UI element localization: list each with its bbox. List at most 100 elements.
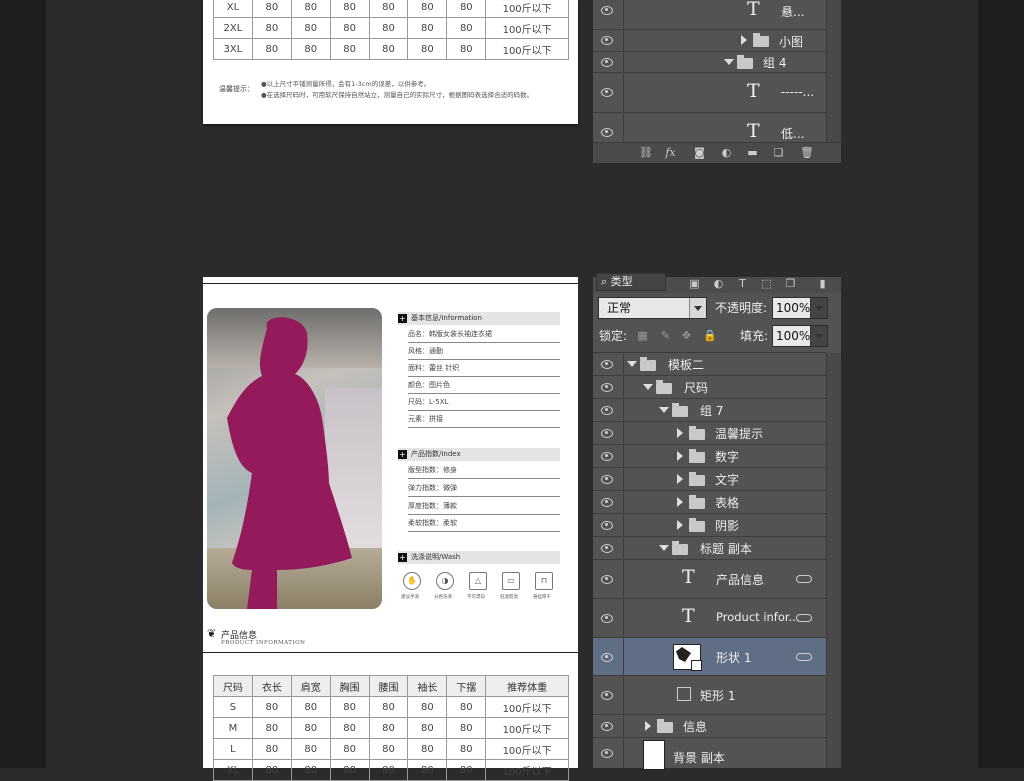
eye-icon[interactable] xyxy=(599,5,615,15)
layer-name[interactable]: 数字 xyxy=(715,448,739,465)
expand-arrow-icon[interactable] xyxy=(677,428,683,438)
eye-icon[interactable] xyxy=(599,613,615,623)
layer-name[interactable]: 小图 xyxy=(779,33,803,50)
lock-move-icon[interactable]: ✥ xyxy=(681,330,692,341)
smart-filter-icon[interactable]: ❐ xyxy=(785,278,796,289)
eye-icon[interactable] xyxy=(599,428,615,438)
eye-icon[interactable] xyxy=(599,520,615,530)
layer-row[interactable]: T 低... xyxy=(593,112,826,142)
delete-icon[interactable]: 🗑 xyxy=(800,147,814,158)
lock-paint-icon[interactable]: ✎ xyxy=(660,330,671,341)
layer-name[interactable]: 组 4 xyxy=(763,54,786,71)
layer-name[interactable]: 标题 副本 xyxy=(700,540,752,557)
layer-row[interactable]: 温馨提示 xyxy=(593,422,826,445)
layer-name[interactable]: 形状 1 xyxy=(716,649,751,666)
layer-name[interactable]: 阴影 xyxy=(715,517,739,534)
layers-scrollbar[interactable] xyxy=(826,353,841,768)
eye-icon[interactable] xyxy=(599,405,615,415)
eye-icon[interactable] xyxy=(599,690,615,700)
type-filter-icon[interactable]: T xyxy=(737,278,748,289)
eye-icon[interactable] xyxy=(599,474,615,484)
layer-name[interactable]: -----... xyxy=(781,85,814,99)
layer-name[interactable]: 尺码 xyxy=(684,379,708,396)
eye-icon[interactable] xyxy=(599,574,615,584)
layer-row[interactable]: 标题 副本 xyxy=(593,537,826,560)
adjustment-icon[interactable]: ◐ xyxy=(721,147,732,158)
eye-icon[interactable] xyxy=(599,721,615,731)
layer-row[interactable]: 文字 xyxy=(593,468,826,491)
fx-icon[interactable]: fx xyxy=(665,147,676,158)
eye-icon[interactable] xyxy=(599,87,615,97)
eye-icon[interactable] xyxy=(599,359,615,369)
layer-name[interactable]: 温馨提示 xyxy=(715,425,763,442)
layer-row[interactable]: 组 4 xyxy=(593,51,826,73)
opacity-input[interactable]: 100% xyxy=(772,297,828,319)
layer-row[interactable]: 模板二 xyxy=(593,353,826,376)
eye-icon[interactable] xyxy=(599,382,615,392)
table-cell: 2XL xyxy=(213,17,253,39)
eye-icon[interactable] xyxy=(599,497,615,507)
adjust-filter-icon[interactable]: ◐ xyxy=(713,278,724,289)
layer-name[interactable]: 表格 xyxy=(715,494,739,511)
layer-name[interactable]: 低... xyxy=(781,125,804,142)
layer-row[interactable]: 数字 xyxy=(593,445,826,468)
layer-name[interactable]: Product infor... xyxy=(716,610,800,624)
expand-arrow-icon[interactable] xyxy=(677,520,683,530)
eye-icon[interactable] xyxy=(599,748,615,758)
layer-row[interactable]: 信息 xyxy=(593,715,826,738)
layer-name[interactable]: 产品信息 xyxy=(716,571,764,588)
layer-row[interactable]: 尺码 xyxy=(593,376,826,399)
layer-row[interactable]: 小图 xyxy=(593,29,826,52)
lock-transparent-icon[interactable]: ▦ xyxy=(637,330,648,341)
filter-kind-select[interactable]: ⌕ 类型 xyxy=(596,273,666,291)
layer-row[interactable]: 组 7 xyxy=(593,399,826,422)
shape-filter-icon[interactable]: ⬚ xyxy=(761,278,772,289)
expand-arrow-icon[interactable] xyxy=(645,721,651,731)
layer-row[interactable]: 阴影 xyxy=(593,514,826,537)
eye-icon[interactable] xyxy=(599,127,615,137)
lock-all-icon[interactable]: 🔒 xyxy=(703,330,717,341)
link-icon[interactable]: ⛓ xyxy=(639,147,653,158)
collapse-arrow-icon[interactable] xyxy=(659,407,669,413)
layer-row[interactable]: T -----... xyxy=(593,72,826,113)
new-group-icon[interactable]: ▬ xyxy=(747,147,758,158)
layer-name[interactable]: 模板二 xyxy=(668,356,704,373)
blend-mode-select[interactable]: 正常 xyxy=(598,297,707,319)
expand-arrow-icon[interactable] xyxy=(677,474,683,484)
collapse-arrow-icon[interactable] xyxy=(627,361,637,367)
eye-icon[interactable] xyxy=(599,451,615,461)
table-cell: XL xyxy=(213,759,253,781)
layer-row[interactable]: T Product infor... xyxy=(593,599,826,638)
layer-name[interactable]: 矩形 1 xyxy=(700,687,735,704)
collapse-arrow-icon[interactable] xyxy=(659,545,669,551)
eye-icon[interactable] xyxy=(599,543,615,553)
layer-row[interactable]: T 产品信息 xyxy=(593,560,826,599)
collapse-arrow-icon[interactable] xyxy=(724,59,734,65)
layers-panel-top[interactable]: T 悬... 小图 组 4 T -----... T 低... ⛓ fx ◙ ◐… xyxy=(593,0,841,163)
expand-arrow-icon[interactable] xyxy=(677,497,683,507)
layers-scrollbar[interactable] xyxy=(826,0,841,142)
layers-panel-bottom[interactable]: ⌕ 类型 ▣ ◐ T ⬚ ❐ ▮ 正常 不透明度: 100% 锁定: ▦ ✎ ✥… xyxy=(593,273,841,770)
layer-name[interactable]: 组 7 xyxy=(700,402,723,419)
eye-icon[interactable] xyxy=(599,57,615,67)
layer-row[interactable]: T 悬... xyxy=(593,0,826,30)
table-cell: 80 xyxy=(251,38,292,60)
eye-icon[interactable] xyxy=(599,35,615,45)
fill-input[interactable]: 100% xyxy=(772,325,828,347)
filter-toggle-icon[interactable]: ▮ xyxy=(817,278,828,289)
collapse-arrow-icon[interactable] xyxy=(643,384,653,390)
mask-icon[interactable]: ◙ xyxy=(694,147,705,158)
new-layer-icon[interactable]: ❏ xyxy=(773,147,784,158)
layer-name[interactable]: 背景 副本 xyxy=(673,749,725,766)
layer-row[interactable]: 表格 xyxy=(593,491,826,514)
layer-row-selected[interactable]: 形状 1 xyxy=(593,638,826,676)
layer-name[interactable]: 悬... xyxy=(781,3,804,20)
layer-row[interactable]: 背景 副本 xyxy=(593,738,826,770)
expand-arrow-icon[interactable] xyxy=(741,35,747,45)
expand-arrow-icon[interactable] xyxy=(677,451,683,461)
pixel-filter-icon[interactable]: ▣ xyxy=(689,278,700,289)
layer-row[interactable]: 矩形 1 xyxy=(593,676,826,715)
eye-icon[interactable] xyxy=(599,652,615,662)
layer-name[interactable]: 信息 xyxy=(683,718,707,735)
layer-name[interactable]: 文字 xyxy=(715,471,739,488)
